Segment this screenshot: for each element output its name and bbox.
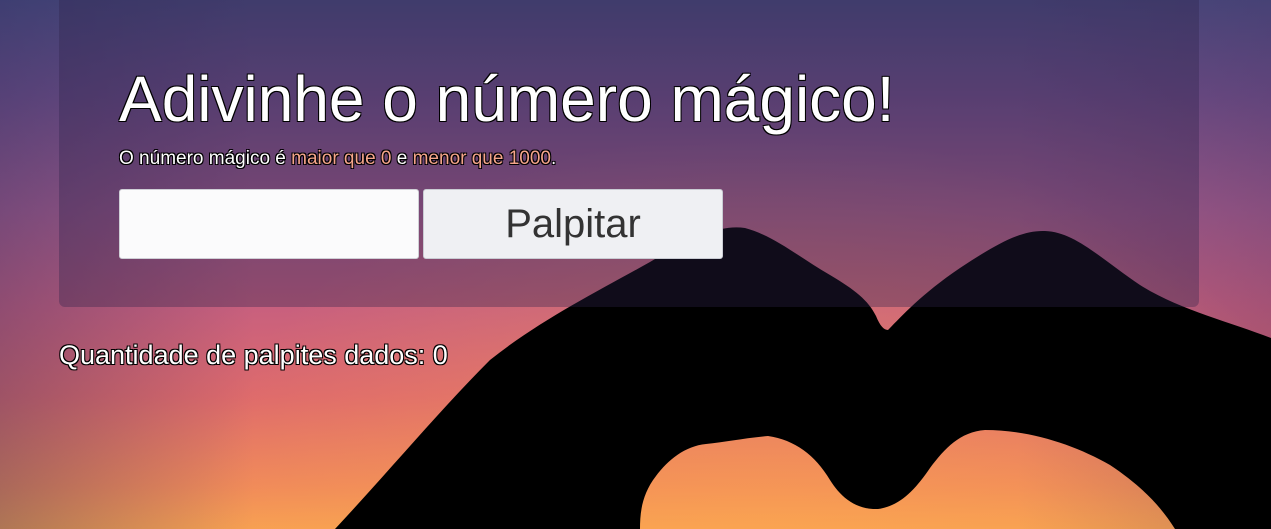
instructions-connector: e bbox=[391, 148, 413, 169]
instructions-text: O número mágico é maior que 0 e menor qu… bbox=[119, 148, 556, 170]
upper-bound-text: menor que 1000 bbox=[412, 148, 551, 169]
instructions-suffix: . bbox=[551, 148, 557, 169]
guess-input[interactable] bbox=[119, 189, 419, 259]
guess-button[interactable]: Palpitar bbox=[423, 189, 723, 259]
guess-count-text: Quantidade de palpites dados: 0 bbox=[59, 340, 448, 370]
instructions-prefix: O número mágico é bbox=[119, 148, 292, 169]
lower-bound-text: maior que 0 bbox=[291, 148, 392, 169]
page-title: Adivinhe o número mágico! bbox=[119, 63, 895, 135]
